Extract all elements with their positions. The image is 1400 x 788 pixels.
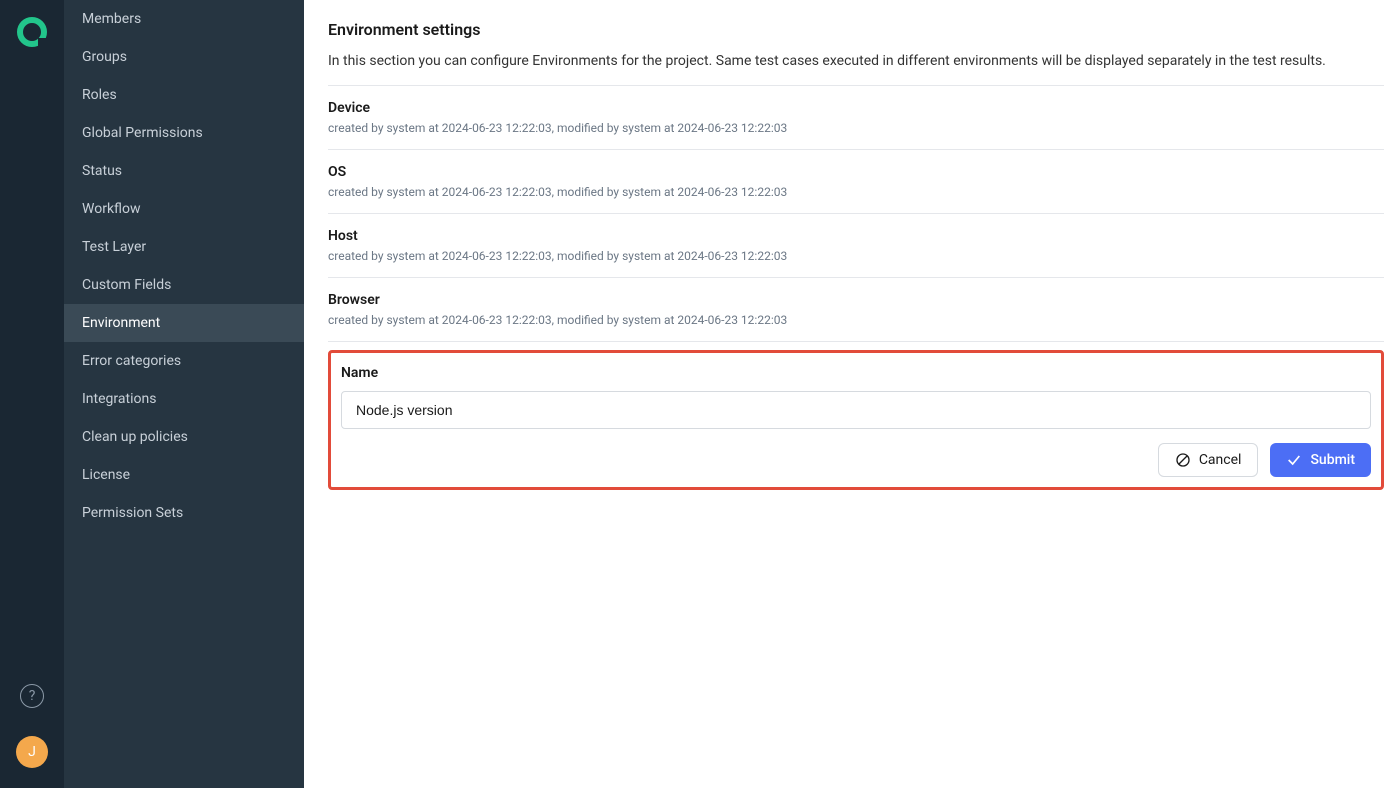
environment-row[interactable]: Browser created by system at 2024-06-23 … xyxy=(328,278,1384,342)
environment-name: Browser xyxy=(328,292,1384,308)
sidebar-item-label: Error categories xyxy=(82,353,181,369)
sidebar-item-label: Status xyxy=(82,163,122,179)
sidebar-item-label: Permission Sets xyxy=(82,505,183,521)
sidebar-item-label: Integrations xyxy=(82,391,156,407)
help-icon[interactable]: ? xyxy=(20,684,44,708)
cancel-label: Cancel xyxy=(1199,452,1242,468)
sidebar-item-custom-fields[interactable]: Custom Fields xyxy=(64,266,304,304)
environment-row[interactable]: Device created by system at 2024-06-23 1… xyxy=(328,86,1384,150)
environment-meta: created by system at 2024-06-23 12:22:03… xyxy=(328,185,1384,199)
sidebar-item-environment[interactable]: Environment xyxy=(64,304,304,342)
environment-list: Device created by system at 2024-06-23 1… xyxy=(328,85,1384,342)
sidebar-item-error-categories[interactable]: Error categories xyxy=(64,342,304,380)
environment-meta: created by system at 2024-06-23 12:22:03… xyxy=(328,313,1384,327)
sidebar-item-label: Workflow xyxy=(82,201,141,217)
name-input[interactable] xyxy=(341,391,1371,429)
environment-meta: created by system at 2024-06-23 12:22:03… xyxy=(328,121,1384,135)
page-title: Environment settings xyxy=(328,20,1384,39)
sidebar-item-label: License xyxy=(82,467,130,483)
check-icon xyxy=(1286,452,1302,468)
new-environment-form: Name Cancel Submit xyxy=(328,350,1384,490)
environment-row[interactable]: OS created by system at 2024-06-23 12:22… xyxy=(328,150,1384,214)
cancel-button[interactable]: Cancel xyxy=(1158,443,1259,477)
sidebar-item-workflow[interactable]: Workflow xyxy=(64,190,304,228)
app-logo[interactable] xyxy=(16,16,48,48)
environment-name: OS xyxy=(328,164,1384,180)
submit-button[interactable]: Submit xyxy=(1270,443,1371,477)
sidebar-item-integrations[interactable]: Integrations xyxy=(64,380,304,418)
sidebar-item-roles[interactable]: Roles xyxy=(64,76,304,114)
sidebar-item-clean-up-policies[interactable]: Clean up policies xyxy=(64,418,304,456)
main-content: Environment settings In this section you… xyxy=(304,0,1400,788)
environment-row[interactable]: Host created by system at 2024-06-23 12:… xyxy=(328,214,1384,278)
form-actions: Cancel Submit xyxy=(341,443,1371,477)
sidebar-item-status[interactable]: Status xyxy=(64,152,304,190)
sidebar-item-label: Test Layer xyxy=(82,239,146,255)
cancel-icon xyxy=(1175,452,1191,468)
sidebar-item-label: Custom Fields xyxy=(82,277,171,293)
sidebar-item-label: Roles xyxy=(82,87,117,103)
sidebar-item-label: Environment xyxy=(82,315,160,331)
sidebar-item-test-layer[interactable]: Test Layer xyxy=(64,228,304,266)
sidebar-item-label: Clean up policies xyxy=(82,429,188,445)
sidebar-item-label: Groups xyxy=(82,49,127,65)
sidebar-item-global-permissions[interactable]: Global Permissions xyxy=(64,114,304,152)
sidebar-item-members[interactable]: Members xyxy=(64,0,304,38)
page-description: In this section you can configure Enviro… xyxy=(328,53,1384,69)
environment-name: Device xyxy=(328,100,1384,116)
environment-name: Host xyxy=(328,228,1384,244)
sidebar-item-label: Members xyxy=(82,11,141,27)
name-label: Name xyxy=(341,365,1371,381)
sidebar-item-license[interactable]: License xyxy=(64,456,304,494)
sidebar-item-groups[interactable]: Groups xyxy=(64,38,304,76)
environment-meta: created by system at 2024-06-23 12:22:03… xyxy=(328,249,1384,263)
sidebar: Members Groups Roles Global Permissions … xyxy=(64,0,304,788)
sidebar-item-permission-sets[interactable]: Permission Sets xyxy=(64,494,304,532)
submit-label: Submit xyxy=(1310,452,1355,468)
nav-rail: ? J xyxy=(0,0,64,788)
sidebar-item-label: Global Permissions xyxy=(82,125,203,141)
user-avatar[interactable]: J xyxy=(16,736,48,768)
